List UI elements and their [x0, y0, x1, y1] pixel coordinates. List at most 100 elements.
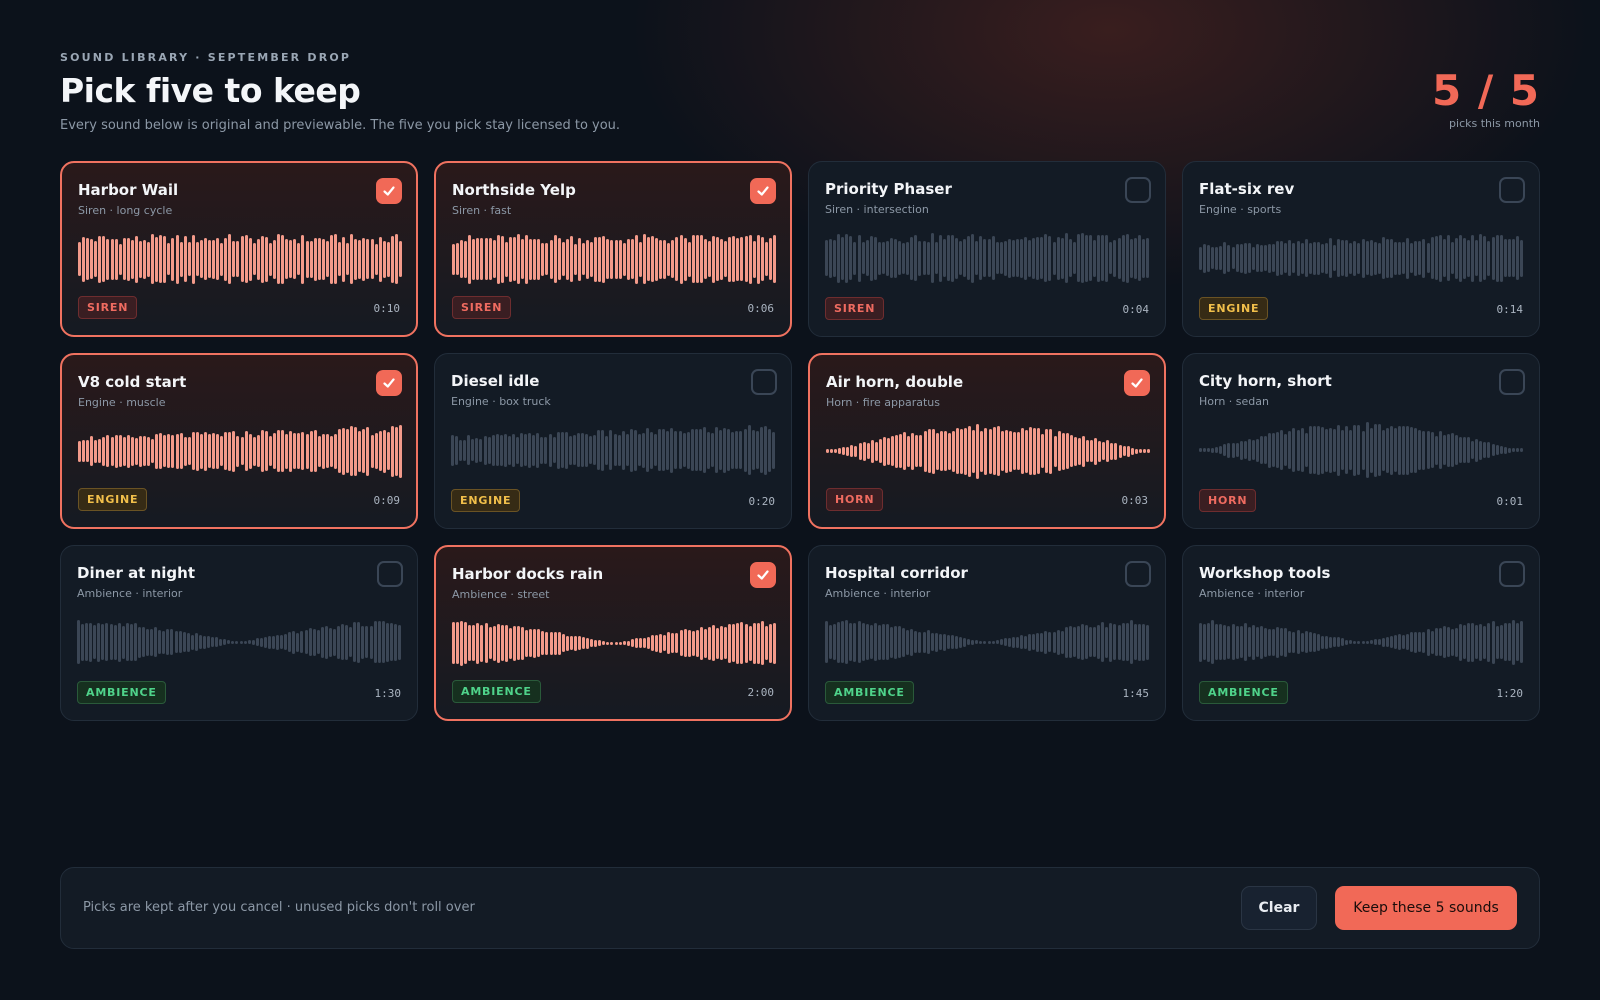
waveform-preview[interactable]	[825, 614, 1149, 670]
sound-card[interactable]: Harbor Wail Siren · long cycle SIREN 0:1…	[60, 161, 418, 337]
waveform-bar	[1109, 242, 1113, 274]
waveform-bar	[1410, 243, 1414, 273]
waveform-bar	[370, 239, 374, 279]
waveform-bar	[679, 234, 683, 284]
select-checkbox[interactable]	[1125, 561, 1151, 587]
waveform-bar	[524, 434, 528, 466]
waveform-bar	[655, 634, 659, 652]
waveform-bar	[1251, 624, 1255, 660]
waveform-bar	[1398, 634, 1402, 650]
waveform-preview[interactable]	[1199, 422, 1523, 478]
sound-card[interactable]: Diner at night Ambience · interior AMBIE…	[60, 545, 418, 721]
waveform-bar	[78, 440, 81, 462]
waveform-bar	[354, 238, 358, 280]
waveform-bar	[378, 236, 382, 282]
waveform-bar	[1247, 243, 1251, 273]
waveform-bar	[1389, 636, 1393, 648]
waveform-bar	[716, 237, 720, 281]
waveform-bar	[126, 237, 130, 281]
waveform-bar	[598, 640, 602, 646]
waveform-bar	[114, 238, 118, 280]
waveform-bar	[873, 623, 877, 661]
waveform-bar	[1077, 437, 1081, 465]
waveform-bar	[382, 240, 386, 278]
sound-card[interactable]: Workshop tools Ambience · interior AMBIE…	[1182, 545, 1540, 721]
select-checkbox[interactable]	[377, 561, 403, 587]
waveform-bar	[187, 242, 191, 276]
waveform-bar	[357, 621, 361, 663]
waveform-bar	[837, 621, 841, 663]
waveform-bar	[1515, 448, 1519, 452]
waveform-bar	[317, 238, 321, 280]
waveform-bar	[223, 639, 227, 645]
waveform-bar	[183, 236, 187, 282]
waveform-bar	[247, 640, 251, 644]
select-checkbox[interactable]	[1499, 177, 1525, 203]
clear-button[interactable]: Clear	[1241, 886, 1317, 930]
waveform-bar	[967, 639, 971, 645]
sound-card[interactable]: Flat-six rev Engine · sports ENGINE 0:14	[1182, 161, 1540, 337]
waveform-bar	[987, 640, 991, 644]
sound-card[interactable]: V8 cold start Engine · muscle ENGINE 0:0…	[60, 353, 418, 529]
waveform-bar	[691, 630, 695, 656]
waveform-bar	[1373, 241, 1377, 275]
waveform-bar	[117, 622, 121, 662]
waveform-bar	[341, 624, 345, 660]
select-checkbox[interactable]	[750, 178, 776, 204]
waveform-bar	[752, 240, 756, 278]
waveform-preview[interactable]	[451, 422, 775, 478]
keep-sounds-button[interactable]: Keep these 5 sounds	[1335, 886, 1517, 930]
select-checkbox[interactable]	[376, 370, 402, 396]
select-checkbox[interactable]	[376, 178, 402, 204]
waveform-preview[interactable]	[825, 230, 1149, 286]
waveform-bar	[154, 627, 158, 657]
waveform-bar	[533, 238, 537, 280]
sound-card[interactable]: Hospital corridor Ambience · interior AM…	[808, 545, 1166, 721]
waveform-bar	[86, 238, 90, 280]
sound-card[interactable]: Priority Phaser Siren · intersection SIR…	[808, 161, 1166, 337]
sound-card[interactable]: Air horn, double Horn · fire apparatus H…	[808, 353, 1166, 529]
waveform-bar	[626, 640, 630, 646]
waveform-bar	[1044, 630, 1048, 654]
waveform-preview[interactable]	[452, 231, 776, 287]
sound-card[interactable]: Northside Yelp Siren · fast SIREN 0:06	[434, 161, 792, 337]
waveform-bar	[480, 624, 484, 662]
waveform-preview[interactable]	[826, 423, 1150, 479]
select-checkbox[interactable]	[1499, 561, 1525, 587]
select-checkbox[interactable]	[750, 562, 776, 588]
waveform-bar	[1211, 247, 1215, 269]
waveform-bar	[983, 640, 987, 644]
waveform-bar	[744, 236, 748, 282]
waveform-bar	[512, 625, 516, 661]
waveform-bar	[130, 239, 134, 279]
select-checkbox[interactable]	[1125, 177, 1151, 203]
waveform-bar	[268, 242, 272, 276]
sound-card[interactable]: Diesel idle Engine · box truck ENGINE 0:…	[434, 353, 792, 529]
waveform-preview[interactable]	[452, 615, 776, 671]
waveform-preview[interactable]	[77, 614, 401, 670]
sound-duration: 0:04	[1122, 303, 1150, 316]
waveform-bar	[317, 435, 321, 467]
waveform-preview[interactable]	[78, 423, 402, 479]
waveform-preview[interactable]	[78, 231, 402, 287]
sound-card[interactable]: Harbor docks rain Ambience · street AMBI…	[434, 545, 792, 721]
select-checkbox[interactable]	[1124, 370, 1150, 396]
waveform-bar	[1003, 240, 1007, 276]
waveform-bar	[829, 238, 833, 278]
select-checkbox[interactable]	[1499, 369, 1525, 395]
checkmark-icon	[757, 186, 769, 196]
waveform-bar	[1000, 431, 1004, 471]
waveform-bar	[621, 430, 625, 470]
waveform-bar	[232, 241, 236, 277]
waveform-bar	[541, 631, 545, 655]
waveform-preview[interactable]	[1199, 614, 1523, 670]
waveform-bar	[1145, 238, 1149, 278]
waveform-bar	[1410, 427, 1414, 473]
select-checkbox[interactable]	[751, 369, 777, 395]
waveform-bar	[606, 239, 610, 279]
sound-card[interactable]: City horn, short Horn · sedan HORN 0:01	[1182, 353, 1540, 529]
waveform-bar	[983, 239, 987, 277]
waveform-bar	[1239, 626, 1243, 658]
waveform-preview[interactable]	[1199, 230, 1523, 286]
waveform-bar	[930, 233, 934, 283]
